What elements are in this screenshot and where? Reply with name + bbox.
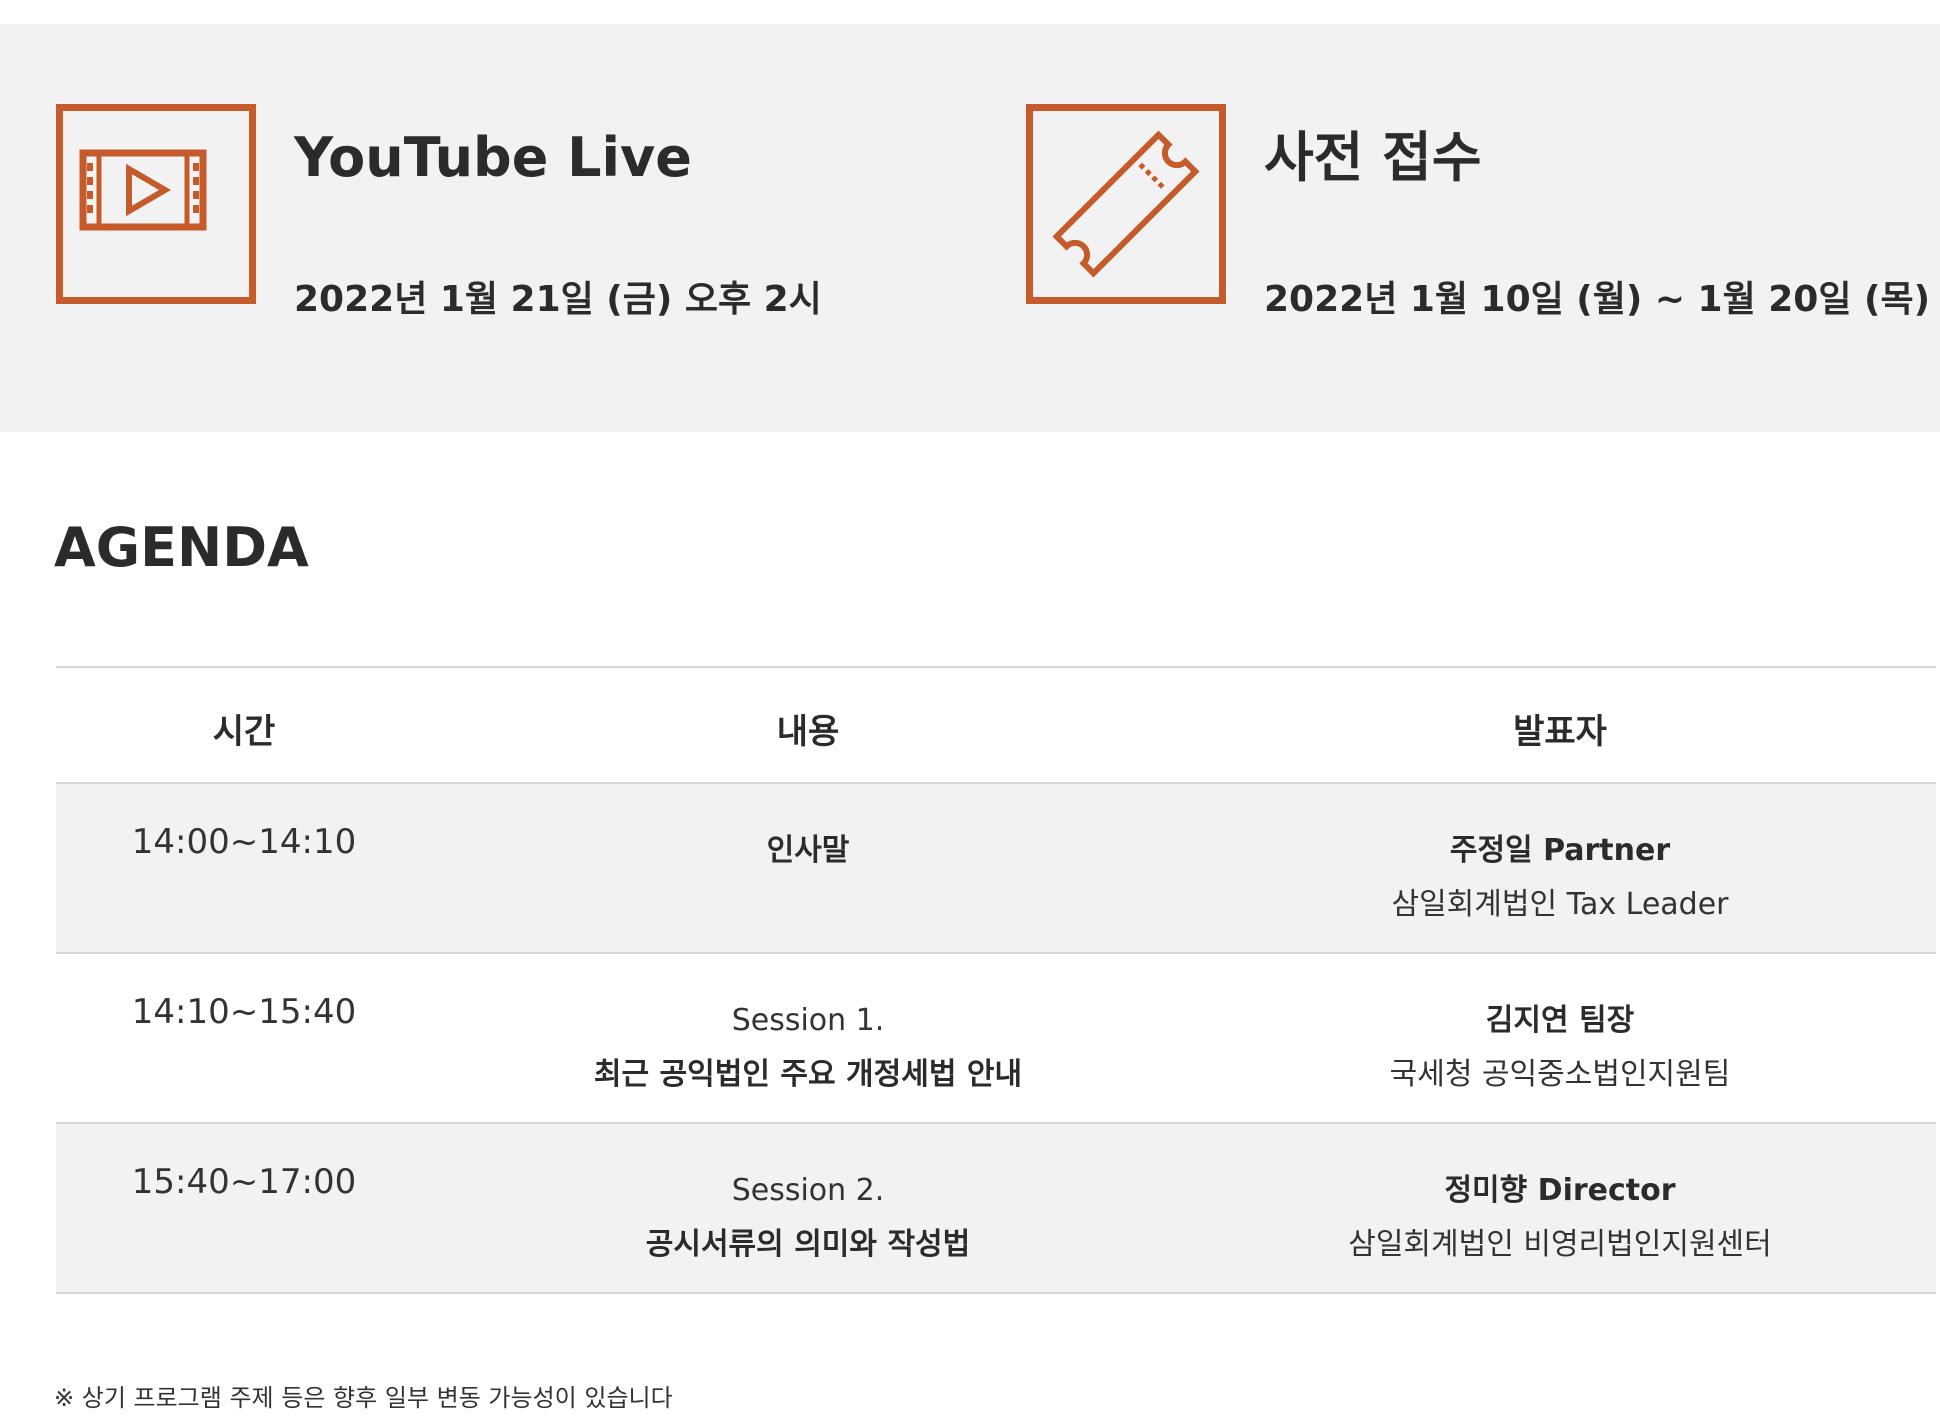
row-session-label: Session 1. (731, 1003, 885, 1038)
speaker-name: 김지연 팀장 (1485, 1003, 1635, 1038)
row-content: Session 1. 최근 공익법인 주요 개정세법 안내 (432, 994, 1184, 1102)
row-content: Session 2. 공시서류의 의미와 작성법 (432, 1164, 1184, 1272)
registration-date: 2022년 1월 10일 (월) ~ 1월 20일 (목) (1264, 279, 1931, 320)
program-change-footnote: ※ 상기 프로그램 주제 등은 향후 일부 변동 가능성이 있습니다 (54, 1384, 673, 1412)
row-content-title: 인사말 (766, 833, 850, 868)
row-session-label: Session 2. (731, 1173, 885, 1208)
registration-title: 사전 접수 (1264, 126, 1482, 189)
column-header-content: 내용 (776, 712, 840, 752)
speaker-org: 국세청 공익중소법인지원팀 (1389, 1057, 1731, 1092)
video-play-icon (56, 104, 256, 304)
speaker-name: 주정일 Partner (1449, 833, 1671, 868)
column-header-time: 시간 (212, 712, 276, 752)
row-time: 14:10~15:40 (131, 992, 357, 1032)
row-speaker: 정미향 Director 삼일회계법인 비영리법인지원센터 (1184, 1164, 1936, 1272)
row-time: 15:40~17:00 (131, 1162, 357, 1202)
ticket-icon (1026, 104, 1226, 304)
row-content: 인사말 (432, 824, 1184, 878)
agenda-table: 시간 내용 발표자 14:00~14:10 인사말 주정일 Partner 삼일… (56, 666, 1936, 1294)
row-speaker: 김지연 팀장 국세청 공익중소법인지원팀 (1184, 994, 1936, 1102)
speaker-org: 삼일회계법인 Tax Leader (1391, 887, 1729, 922)
row-content-title: 최근 공익법인 주요 개정세법 안내 (593, 1057, 1023, 1092)
column-header-speaker: 발표자 (1513, 712, 1607, 752)
speaker-org: 삼일회계법인 비영리법인지원센터 (1348, 1227, 1772, 1262)
table-row: 14:10~15:40 Session 1. 최근 공익법인 주요 개정세법 안… (56, 954, 1936, 1124)
row-speaker: 주정일 Partner 삼일회계법인 Tax Leader (1184, 824, 1936, 932)
agenda-header-row: 시간 내용 발표자 (56, 668, 1936, 784)
agenda-title: AGENDA (54, 516, 309, 579)
table-row: 14:00~14:10 인사말 주정일 Partner 삼일회계법인 Tax L… (56, 784, 1936, 954)
table-row: 15:40~17:00 Session 2. 공시서류의 의미와 작성법 정미향… (56, 1124, 1936, 1294)
row-time: 14:00~14:10 (131, 822, 357, 862)
live-date: 2022년 1월 21일 (금) 오후 2시 (294, 279, 822, 320)
live-title: YouTube Live (294, 126, 692, 189)
event-info-band: YouTube Live 2022년 1월 21일 (금) 오후 2시 사전 접… (0, 24, 1940, 432)
speaker-name: 정미향 Director (1444, 1173, 1676, 1208)
row-content-title: 공시서류의 의미와 작성법 (645, 1227, 971, 1262)
